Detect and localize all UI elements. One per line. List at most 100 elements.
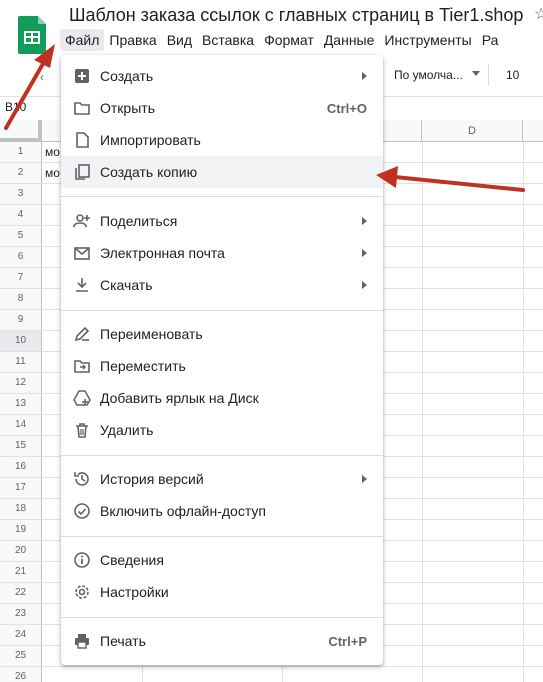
- menu-item-label: Импортировать: [100, 132, 201, 148]
- row-header[interactable]: 11: [0, 352, 42, 373]
- menu-item-label: Переместить: [100, 358, 186, 374]
- row-header[interactable]: 21: [0, 562, 42, 583]
- cell-a[interactable]: мо: [45, 145, 60, 159]
- menu-divider: [61, 310, 383, 311]
- menu-item-move[interactable]: Переместить: [61, 350, 383, 382]
- row-header[interactable]: 14: [0, 415, 42, 436]
- row-header[interactable]: 12: [0, 373, 42, 394]
- row-headers: 1 2 3 4 5 6 7 8 9 10 11 12 13 14 15 16 17 18 19 20 21 22 23 24 2…: [0, 142, 42, 682]
- file-menu: Создать Открыть Ctrl+O Импортировать Соз…: [61, 55, 383, 665]
- row-header[interactable]: 19: [0, 520, 42, 541]
- menu-item-open[interactable]: Открыть Ctrl+O: [61, 92, 383, 124]
- menu-view[interactable]: Вид: [162, 29, 197, 51]
- row-header[interactable]: 22: [0, 583, 42, 604]
- file-icon: [73, 131, 91, 149]
- row-header[interactable]: 9: [0, 310, 42, 331]
- font-family-select[interactable]: По умолча...: [394, 68, 463, 82]
- rename-icon: [73, 325, 91, 343]
- document-title[interactable]: Шаблон заказа ссылок с главных страниц в…: [69, 5, 523, 26]
- row-header[interactable]: 16: [0, 457, 42, 478]
- column-header-d[interactable]: D: [422, 120, 523, 142]
- move-folder-icon: [73, 357, 91, 375]
- menu-item-make-copy[interactable]: Создать копию: [61, 156, 383, 188]
- row-header[interactable]: 8: [0, 289, 42, 310]
- row-header[interactable]: 5: [0, 226, 42, 247]
- menu-item-print[interactable]: Печать Ctrl+P: [61, 625, 383, 657]
- table-row[interactable]: [42, 667, 543, 682]
- row-header[interactable]: 2: [0, 163, 42, 184]
- chevron-down-icon[interactable]: [472, 71, 480, 76]
- row-header[interactable]: 26: [0, 667, 42, 682]
- select-all-corner[interactable]: [0, 120, 42, 142]
- row-header[interactable]: 18: [0, 499, 42, 520]
- submenu-arrow-icon: [362, 249, 367, 257]
- folder-icon: [73, 99, 91, 117]
- shortcut-label: Ctrl+P: [328, 633, 367, 649]
- menu-item-label: Добавить ярлык на Диск: [100, 390, 259, 406]
- menu-data[interactable]: Данные: [319, 29, 380, 51]
- menu-file[interactable]: Файл: [60, 29, 105, 51]
- menu-item-settings[interactable]: Настройки: [61, 576, 383, 608]
- cell-a[interactable]: мо: [45, 166, 60, 180]
- row-header[interactable]: 4: [0, 205, 42, 226]
- history-icon: [73, 470, 91, 488]
- row-header[interactable]: 6: [0, 247, 42, 268]
- submenu-arrow-icon: [362, 217, 367, 225]
- menu-format[interactable]: Формат: [259, 29, 319, 51]
- submenu-arrow-icon: [362, 475, 367, 483]
- row-header[interactable]: 24: [0, 625, 42, 646]
- row-header[interactable]: 10: [0, 331, 42, 352]
- row-header[interactable]: 1: [0, 142, 42, 163]
- menu-item-share[interactable]: Поделиться: [61, 205, 383, 237]
- menu-tools[interactable]: Инструменты: [379, 29, 476, 51]
- menu-item-download[interactable]: Скачать: [61, 269, 383, 301]
- menu-divider: [61, 617, 383, 618]
- menu-item-label: Включить офлайн-доступ: [100, 503, 266, 519]
- menu-insert[interactable]: Вставка: [197, 29, 259, 51]
- menu-edit[interactable]: Правка: [104, 29, 161, 51]
- download-icon: [73, 276, 91, 294]
- menu-divider: [61, 196, 383, 197]
- grid-line: [523, 142, 524, 682]
- menu-item-rename[interactable]: Переименовать: [61, 318, 383, 350]
- row-header[interactable]: 7: [0, 268, 42, 289]
- menu-extensions[interactable]: Ра: [477, 29, 504, 51]
- trash-icon: [73, 421, 91, 439]
- row-header[interactable]: 25: [0, 646, 42, 667]
- menu-item-import[interactable]: Импортировать: [61, 124, 383, 156]
- menu-item-label: Поделиться: [100, 213, 178, 229]
- row-header[interactable]: 17: [0, 478, 42, 499]
- menu-item-label: Создать копию: [100, 164, 198, 180]
- star-icon[interactable]: ☆: [534, 4, 543, 24]
- drive-shortcut-icon: [73, 389, 91, 407]
- menu-item-create[interactable]: Создать: [61, 60, 383, 92]
- menu-item-details[interactable]: Сведения: [61, 544, 383, 576]
- menu-item-label: Настройки: [100, 584, 169, 600]
- submenu-arrow-icon: [362, 72, 367, 80]
- menu-item-version-history[interactable]: История версий: [61, 463, 383, 495]
- plus-icon: [73, 67, 91, 85]
- google-sheets-icon[interactable]: [18, 16, 46, 54]
- cell-reference[interactable]: B10: [5, 100, 26, 114]
- menu-item-label: Переименовать: [100, 326, 203, 342]
- submenu-arrow-icon: [362, 281, 367, 289]
- menubar: Файл Правка Вид Вставка Формат Данные Ин…: [60, 29, 503, 51]
- font-size-input[interactable]: 10: [506, 68, 519, 82]
- menu-item-label: Печать: [100, 633, 146, 649]
- gear-icon: [73, 583, 91, 601]
- row-header[interactable]: 23: [0, 604, 42, 625]
- menu-item-delete[interactable]: Удалить: [61, 414, 383, 446]
- menu-item-label: История версий: [100, 471, 204, 487]
- menu-divider: [61, 536, 383, 537]
- offline-icon: [73, 502, 91, 520]
- shortcut-label: Ctrl+O: [326, 100, 367, 116]
- undo-icon[interactable]: ‹: [40, 70, 44, 84]
- row-header[interactable]: 13: [0, 394, 42, 415]
- row-header[interactable]: 20: [0, 541, 42, 562]
- menu-item-add-shortcut[interactable]: Добавить ярлык на Диск: [61, 382, 383, 414]
- menu-item-label: Скачать: [100, 277, 153, 293]
- row-header[interactable]: 15: [0, 436, 42, 457]
- menu-item-email[interactable]: Электронная почта: [61, 237, 383, 269]
- row-header[interactable]: 3: [0, 184, 42, 205]
- menu-item-offline[interactable]: Включить офлайн-доступ: [61, 495, 383, 527]
